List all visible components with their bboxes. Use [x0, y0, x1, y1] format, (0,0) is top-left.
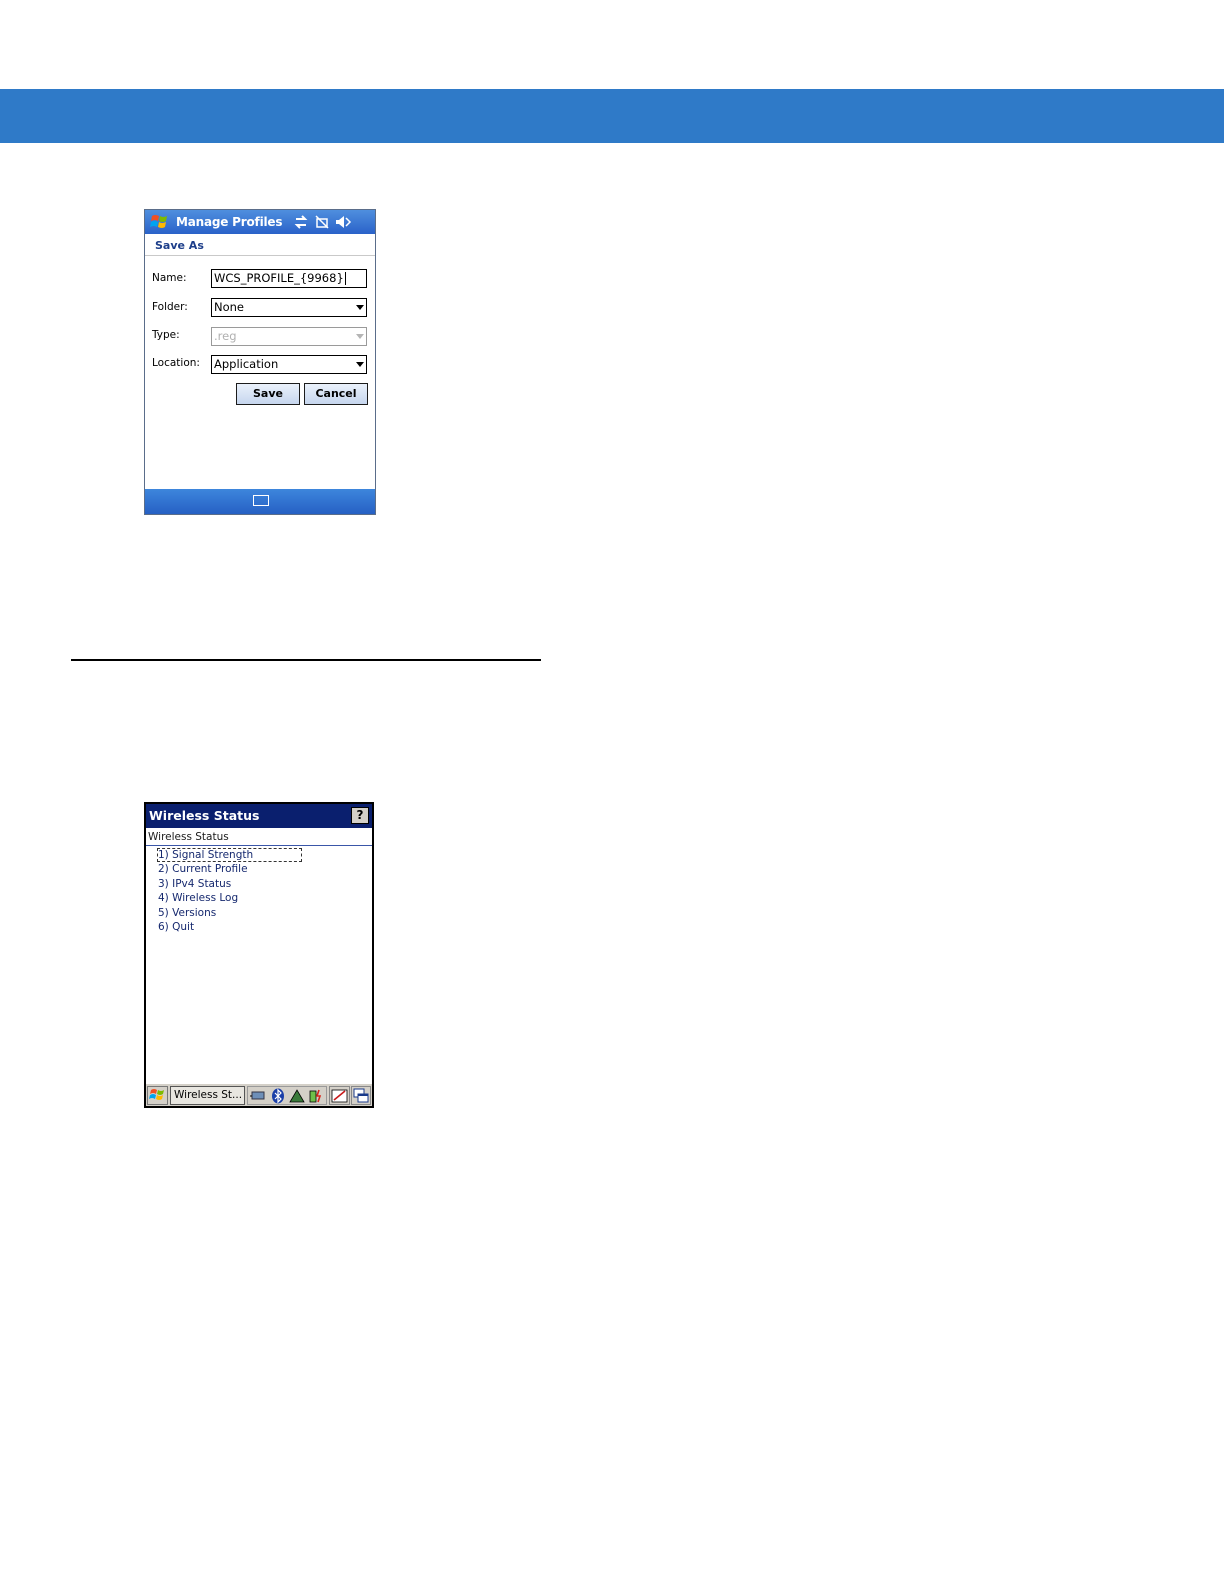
manage-profiles-screen: Manage Profiles Save As Name: WCS_PROFIL… — [144, 209, 376, 515]
battery-icon[interactable] — [308, 1088, 324, 1104]
menu-item-wireless-log[interactable]: 4) Wireless Log — [158, 891, 301, 905]
location-select[interactable]: Application — [211, 355, 367, 374]
text-caret — [344, 272, 346, 285]
name-value: WCS_PROFILE_{9968} — [214, 271, 344, 285]
keyboard-icon[interactable] — [253, 495, 269, 506]
help-button[interactable]: ? — [351, 807, 369, 824]
section-header: Wireless Status — [148, 831, 229, 843]
status-menu: 1) Signal Strength 2) Current Profile 3)… — [156, 848, 303, 934]
chevron-down-icon — [356, 305, 364, 310]
type-value: .reg — [214, 329, 237, 343]
switch-windows-button[interactable] — [351, 1086, 371, 1105]
location-label: Location: — [152, 357, 200, 369]
menu-item-ipv4-status[interactable]: 3) IPv4 Status — [158, 877, 301, 891]
pen-icon — [331, 1089, 348, 1103]
bluetooth-icon[interactable] — [271, 1088, 285, 1104]
type-label: Type: — [152, 329, 180, 341]
folder-label: Folder: — [152, 301, 188, 313]
window-title: Wireless Status — [149, 808, 260, 823]
window-title: Manage Profiles — [176, 215, 283, 229]
menu-item-quit[interactable]: 6) Quit — [158, 920, 301, 934]
signal-icon[interactable] — [288, 1088, 306, 1104]
taskbar: Wireless St... — [146, 1083, 372, 1106]
speaker-icon[interactable] — [334, 214, 352, 230]
menu-item-signal-strength[interactable]: 1) Signal Strength — [156, 848, 303, 862]
type-select: .reg — [211, 327, 367, 346]
name-input[interactable]: WCS_PROFILE_{9968} — [211, 269, 367, 288]
subtitle-bar: Save As — [145, 234, 375, 256]
chevron-down-icon — [356, 362, 364, 367]
title-bar: Manage Profiles — [145, 210, 375, 234]
subtitle: Save As — [155, 239, 204, 252]
cancel-button[interactable]: Cancel — [304, 383, 368, 405]
folder-value: None — [214, 300, 245, 314]
page-header-band — [0, 89, 1224, 143]
wireless-status-screen: Wireless Status ? Wireless Status 1) Sig… — [144, 802, 374, 1108]
menu-item-versions[interactable]: 5) Versions — [158, 906, 301, 920]
title-bar: Wireless Status ? — [146, 804, 372, 828]
section-rule — [71, 659, 541, 661]
system-tray — [247, 1086, 327, 1105]
windows-flag-icon[interactable] — [150, 213, 169, 231]
no-phone-icon[interactable] — [314, 214, 330, 230]
name-label: Name: — [152, 272, 187, 284]
start-icon — [149, 1089, 164, 1100]
pen-input-button[interactable] — [329, 1086, 350, 1105]
start-button[interactable] — [147, 1086, 168, 1105]
network-icon[interactable] — [250, 1089, 268, 1103]
taskbar-app-button[interactable]: Wireless St... — [170, 1086, 245, 1105]
folder-select[interactable]: None — [211, 298, 367, 317]
location-value: Application — [214, 357, 279, 371]
header-divider — [146, 845, 372, 846]
menu-item-current-profile[interactable]: 2) Current Profile — [158, 862, 301, 876]
save-button[interactable]: Save — [236, 383, 300, 405]
chevron-down-icon — [356, 334, 364, 339]
soft-key-bar — [145, 489, 375, 514]
connectivity-icon[interactable] — [293, 214, 309, 230]
windows-icon — [353, 1088, 369, 1103]
